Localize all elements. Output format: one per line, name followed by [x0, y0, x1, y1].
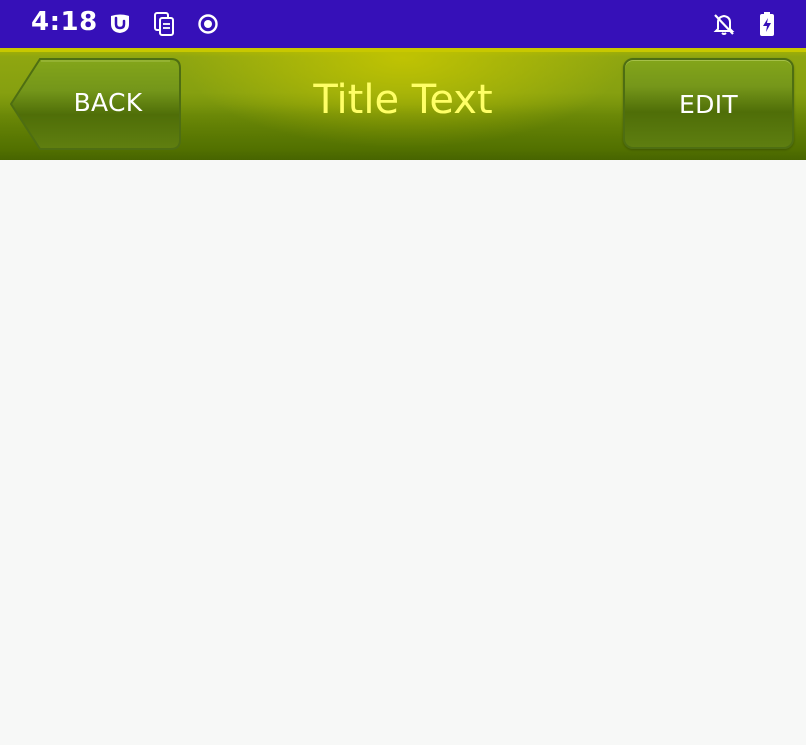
edit-label: EDIT [679, 90, 738, 119]
battery-charging-icon [754, 11, 780, 37]
edit-button[interactable]: EDIT [623, 58, 794, 149]
action-bar: BACK Title Text EDIT [0, 48, 806, 160]
record-icon [195, 11, 221, 37]
status-bar: 4:18 [0, 0, 806, 48]
status-time: 4:18 [31, 7, 98, 37]
back-button[interactable]: BACK [10, 58, 182, 150]
content-area [0, 160, 806, 745]
document-icon [151, 11, 177, 37]
app-notification-icon [107, 11, 133, 37]
back-label: BACK [73, 88, 143, 117]
notifications-off-icon [711, 11, 737, 37]
page-title: Title Text [313, 77, 493, 123]
